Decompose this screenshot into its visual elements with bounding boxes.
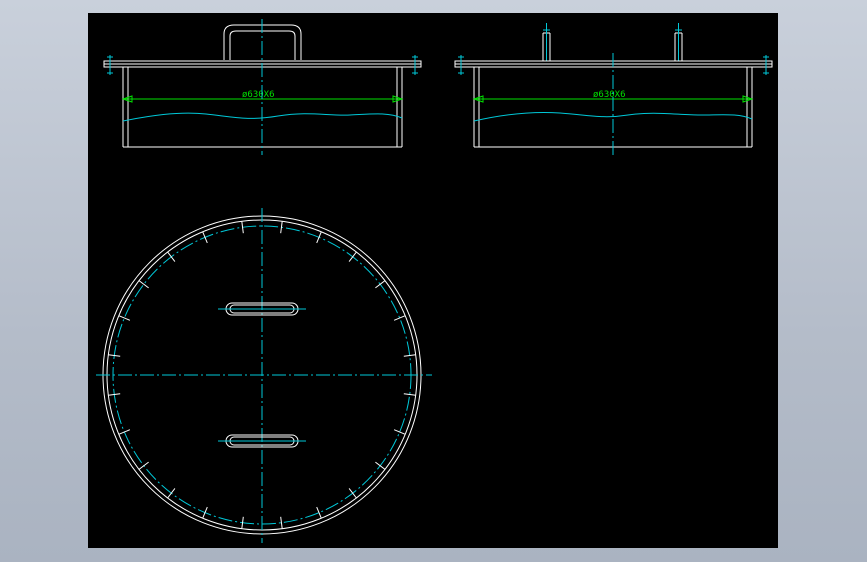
plan-view xyxy=(96,208,432,543)
bolt-tick xyxy=(118,429,131,435)
cad-drawing: ø630X6 ø630X6 xyxy=(96,19,773,543)
bolt-tick xyxy=(167,488,176,499)
bolt-tick xyxy=(138,280,149,289)
bolt-tick xyxy=(280,516,283,529)
bolt-tick xyxy=(316,506,322,519)
drawing-viewport[interactable]: ø630X6 ø630X6 xyxy=(88,13,778,548)
dimension-label: ø630X6 xyxy=(242,90,275,100)
bolt-tick xyxy=(403,393,416,396)
bolt-tick xyxy=(118,315,131,321)
bolt-tick xyxy=(375,280,386,289)
bolt-tick xyxy=(202,231,208,244)
slot-upper xyxy=(218,302,306,316)
bolt-tick xyxy=(393,315,406,321)
bolt-tick xyxy=(375,461,386,470)
bolt-tick xyxy=(316,231,322,244)
dimension-label: ø630X6 xyxy=(593,90,626,100)
bolt-tick xyxy=(348,488,357,499)
front-view: ø630X6 xyxy=(103,19,422,155)
bolt-tick xyxy=(138,461,149,470)
bolt-tick xyxy=(393,429,406,435)
bolt-tick xyxy=(167,251,176,262)
bolt-tick xyxy=(348,251,357,262)
side-view: ø630X6 xyxy=(454,23,773,155)
bolt-tick xyxy=(202,506,208,519)
slot-lower xyxy=(218,434,306,448)
